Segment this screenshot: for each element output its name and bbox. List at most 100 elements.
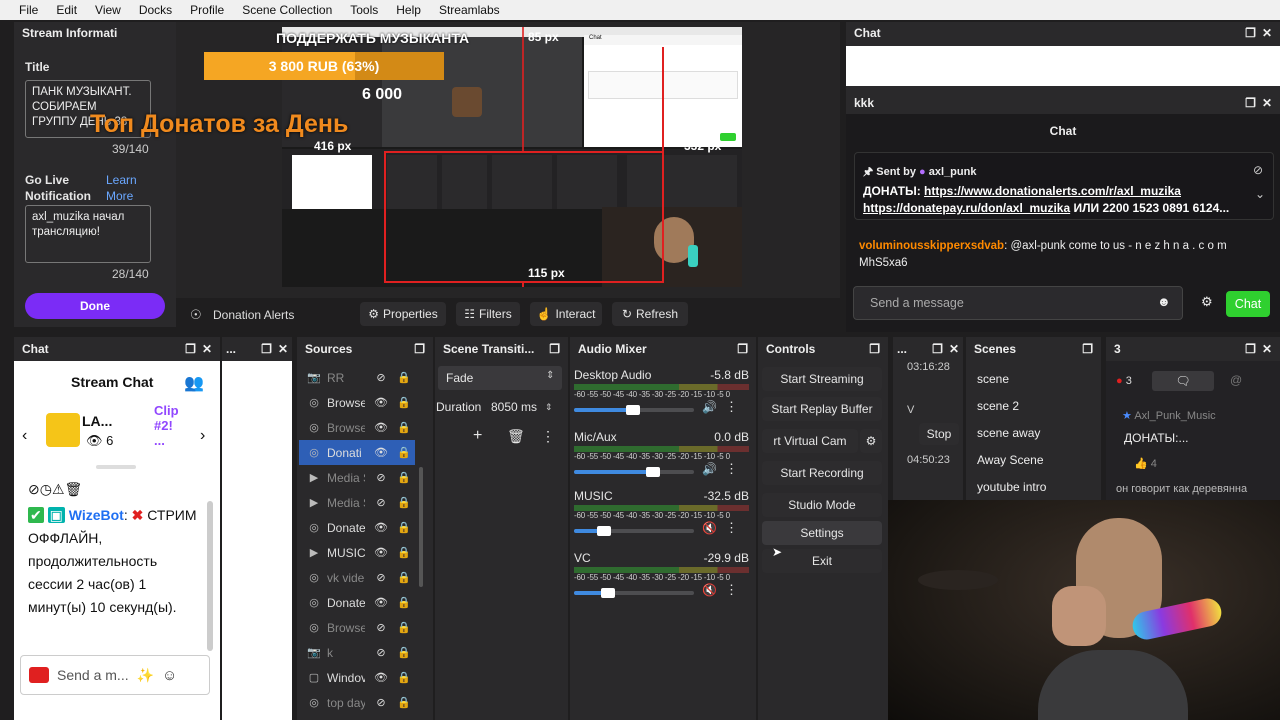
eye-icon[interactable]: 👁: [374, 546, 388, 559]
close-icon[interactable]: ✕: [1262, 26, 1272, 40]
menu-edit[interactable]: Edit: [47, 3, 86, 17]
source-item[interactable]: ◎ Browse 👁 🔒: [299, 415, 415, 440]
sparkle-icon[interactable]: ✨: [137, 667, 154, 684]
volume-slider[interactable]: [574, 526, 694, 536]
chat-input[interactable]: Send a message: [853, 286, 1183, 320]
source-item[interactable]: ◎ top day ⊘ 🔒: [299, 690, 415, 715]
eye-off-icon[interactable]: ⊘: [374, 496, 388, 509]
settings-icon[interactable]: ⚙: [1201, 294, 1213, 310]
eye-off-icon[interactable]: ⊘: [374, 621, 388, 634]
close-icon[interactable]: ✕: [202, 342, 212, 356]
volume-knob[interactable]: [600, 588, 615, 598]
scene-item[interactable]: scene away: [966, 419, 1101, 446]
close-icon[interactable]: ✕: [278, 342, 288, 356]
studio-mode-button[interactable]: Studio Mode: [762, 493, 882, 517]
volume-knob[interactable]: [646, 467, 661, 477]
muted-speaker-icon[interactable]: 🔇: [702, 521, 717, 535]
trash-icon[interactable]: 🗑: [507, 428, 525, 445]
menu-scene-collection[interactable]: Scene Collection: [233, 3, 341, 17]
eye-off-icon[interactable]: ⊘: [374, 646, 388, 659]
menu-streamlabs[interactable]: Streamlabs: [430, 3, 509, 17]
more-icon[interactable]: ⋮: [725, 461, 738, 477]
chevron-right-icon[interactable]: ›: [200, 427, 205, 445]
source-item[interactable]: ▢ Windov 👁 🔒: [299, 665, 415, 690]
float-icon[interactable]: ❐: [869, 342, 880, 356]
mod-icons[interactable]: ⊘◷⚠🗑: [28, 481, 82, 498]
emote-icon[interactable]: ☻: [1157, 294, 1171, 309]
float-icon[interactable]: ❐: [737, 342, 748, 356]
users-icon[interactable]: 👥: [184, 373, 204, 393]
chevron-down-icon[interactable]: ⌄: [1255, 187, 1265, 201]
float-icon[interactable]: ❐: [1082, 342, 1093, 356]
lock-icon[interactable]: 🔒: [397, 646, 411, 659]
scene-item[interactable]: scene 2: [966, 392, 1101, 419]
scene-item[interactable]: youtube intro: [966, 473, 1101, 500]
eye-icon[interactable]: 👁: [374, 446, 388, 459]
start-streaming-button[interactable]: Start Streaming: [762, 367, 882, 391]
muted-speaker-icon[interactable]: 🔇: [702, 583, 717, 597]
float-icon[interactable]: ❐: [932, 342, 943, 356]
lock-icon[interactable]: 🔒: [397, 471, 411, 484]
chat-tab[interactable]: 🗨: [1152, 371, 1214, 391]
sources-scrollbar[interactable]: [419, 467, 423, 587]
menu-file[interactable]: File: [0, 3, 47, 17]
hide-icon[interactable]: ⊘: [1253, 163, 1263, 177]
pinned-link-2[interactable]: https://donatepay.ru/don/axl_muzika: [863, 201, 1070, 215]
eye-off-icon[interactable]: ⊘: [374, 471, 388, 484]
lock-icon[interactable]: 🔒: [397, 421, 411, 434]
eye-icon[interactable]: 👁: [374, 671, 388, 684]
lock-icon[interactable]: 🔒: [397, 396, 411, 409]
lock-icon[interactable]: 🔒: [397, 596, 411, 609]
transition-select[interactable]: Fade ⇕: [438, 366, 562, 390]
volume-slider[interactable]: [574, 467, 694, 477]
source-item[interactable]: ◎ Donate 👁 🔒: [299, 590, 415, 615]
interact-button[interactable]: ☝ Interact: [530, 302, 602, 326]
source-item[interactable]: 📷 RR ⊘ 🔒: [299, 365, 415, 390]
eye-off-icon[interactable]: ⊘: [374, 696, 388, 709]
done-button[interactable]: Done: [25, 293, 165, 319]
chat-send-button[interactable]: Chat: [1226, 291, 1270, 317]
properties-button[interactable]: ⚙ Properties: [360, 302, 446, 326]
more-icon[interactable]: ⋮: [725, 582, 738, 598]
pinned-link-1[interactable]: https://www.donationalerts.com/r/axl_muz…: [924, 184, 1181, 198]
filters-button[interactable]: ☷ Filters: [456, 302, 520, 326]
start-replay-button[interactable]: Start Replay Buffer: [762, 397, 882, 421]
speaker-icon[interactable]: 🔊: [702, 462, 717, 476]
lock-icon[interactable]: 🔒: [397, 621, 411, 634]
scene-item[interactable]: Away Scene: [966, 446, 1101, 473]
menu-help[interactable]: Help: [387, 3, 430, 17]
menu-profile[interactable]: Profile: [181, 3, 233, 17]
float-icon[interactable]: ❐: [549, 342, 560, 356]
lock-icon[interactable]: 🔒: [397, 671, 411, 684]
source-item[interactable]: ◎ Donate 👁 🔒: [299, 515, 415, 540]
menu-docks[interactable]: Docks: [130, 3, 181, 17]
float-icon[interactable]: ❐: [1245, 342, 1256, 356]
eye-icon[interactable]: 👁: [374, 396, 388, 409]
notification-field[interactable]: axl_muzika начал трансляцию!: [25, 205, 151, 263]
virtual-cam-settings-button[interactable]: ⚙: [860, 429, 882, 453]
more-icon[interactable]: ⋮: [725, 399, 738, 415]
virtual-cam-button[interactable]: rt Virtual Cam: [762, 429, 858, 453]
lock-icon[interactable]: 🔒: [397, 371, 411, 384]
close-icon[interactable]: ✕: [1262, 342, 1272, 356]
add-icon[interactable]: +: [473, 427, 482, 445]
source-item[interactable]: ◎ Browse ⊘ 🔒: [299, 615, 415, 640]
float-icon[interactable]: ❐: [185, 342, 196, 356]
eye-icon[interactable]: 👁: [374, 521, 388, 534]
source-item[interactable]: ▶ MUSIC 👁 🔒: [299, 540, 415, 565]
source-item[interactable]: ▶ Media S ⊘ 🔒: [299, 465, 415, 490]
menu-tools[interactable]: Tools: [341, 3, 387, 17]
lock-icon[interactable]: 🔒: [397, 521, 411, 534]
refresh-button[interactable]: ↻ Refresh: [612, 302, 688, 326]
chat-message-user[interactable]: voluminousskipperxsdvab: [859, 240, 1004, 252]
menu-view[interactable]: View: [86, 3, 130, 17]
stop-button[interactable]: Stop: [919, 423, 959, 445]
source-item[interactable]: ◎ Donati 👁 🔒: [299, 440, 415, 465]
source-item[interactable]: ◎ vk vide ⊘ 🔒: [299, 565, 415, 590]
mention-icon[interactable]: @: [1230, 373, 1242, 387]
scene-item[interactable]: scene: [966, 365, 1101, 392]
float-icon[interactable]: ❐: [1245, 26, 1256, 40]
volume-slider[interactable]: [574, 405, 694, 415]
float-icon[interactable]: ❐: [261, 342, 272, 356]
settings-button[interactable]: Settings: [762, 521, 882, 545]
